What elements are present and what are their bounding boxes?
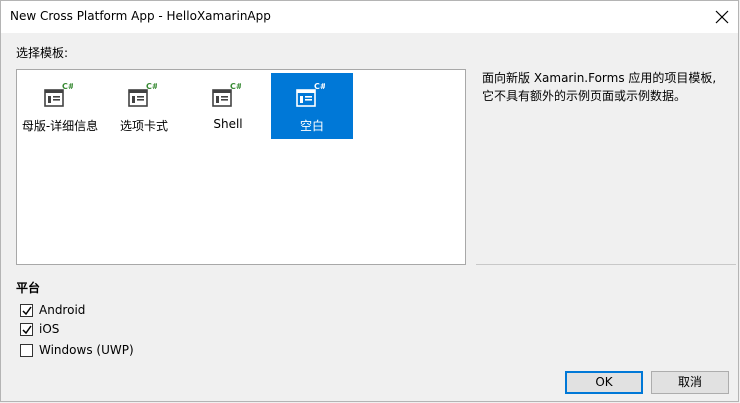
svg-text:C#: C# (314, 82, 325, 91)
template-blank[interactable]: C# 空白 (271, 73, 353, 139)
description-line: 它不具有额外的示例页面或示例数据。 (482, 89, 687, 103)
checkbox[interactable] (20, 343, 33, 357)
platform-heading: 平台 (16, 281, 41, 295)
template-master-detail[interactable]: C# 母版-详细信息 (19, 73, 101, 139)
divider (476, 264, 736, 265)
template-label: 空白 (299, 119, 324, 133)
template-tabbed[interactable]: C# 选项卡式 (103, 73, 185, 139)
checkmark-icon (22, 325, 32, 334)
close-button[interactable] (706, 1, 738, 33)
svg-text:C#: C# (146, 82, 157, 91)
csharp-template-icon: C# (128, 82, 157, 107)
checkbox-android[interactable]: Android (20, 301, 85, 319)
description-line: 面向新版 Xamarin.Forms 应用的项目模板, (482, 71, 717, 85)
select-template-label: 选择模板: (16, 46, 69, 60)
csharp-template-icon: C# (296, 82, 325, 107)
checkbox[interactable] (20, 322, 33, 336)
template-list: C# 母版-详细信息 C# 选项卡式 C# (16, 69, 466, 265)
checkbox-label: iOS (39, 322, 60, 336)
ok-button[interactable]: OK (565, 371, 643, 394)
checkbox-ios[interactable]: iOS (20, 320, 59, 338)
title-bar: New Cross Platform App - HelloXamarinApp (1, 1, 738, 33)
svg-text:C#: C# (230, 82, 241, 91)
template-label: 选项卡式 (119, 119, 168, 133)
checkbox-label: Windows (UWP) (39, 343, 134, 357)
template-description: 面向新版 Xamarin.Forms 应用的项目模板, 它不具有额外的示例页面或… (482, 69, 732, 105)
checkbox[interactable] (20, 303, 33, 317)
checkmark-icon (22, 306, 32, 315)
close-icon (715, 10, 729, 24)
template-label: Shell (213, 117, 243, 131)
csharp-template-icon: C# (44, 82, 73, 107)
checkbox-uwp[interactable]: Windows (UWP) (20, 341, 134, 359)
cancel-button[interactable]: 取消 (651, 371, 729, 394)
template-shell[interactable]: C# Shell (187, 73, 269, 139)
template-label: 母版-详细信息 (21, 119, 99, 133)
new-app-dialog: New Cross Platform App - HelloXamarinApp… (0, 0, 739, 402)
window-title: New Cross Platform App - HelloXamarinApp (10, 9, 271, 23)
svg-text:C#: C# (62, 82, 73, 91)
checkbox-label: Android (39, 303, 86, 317)
csharp-template-icon: C# (212, 82, 241, 107)
